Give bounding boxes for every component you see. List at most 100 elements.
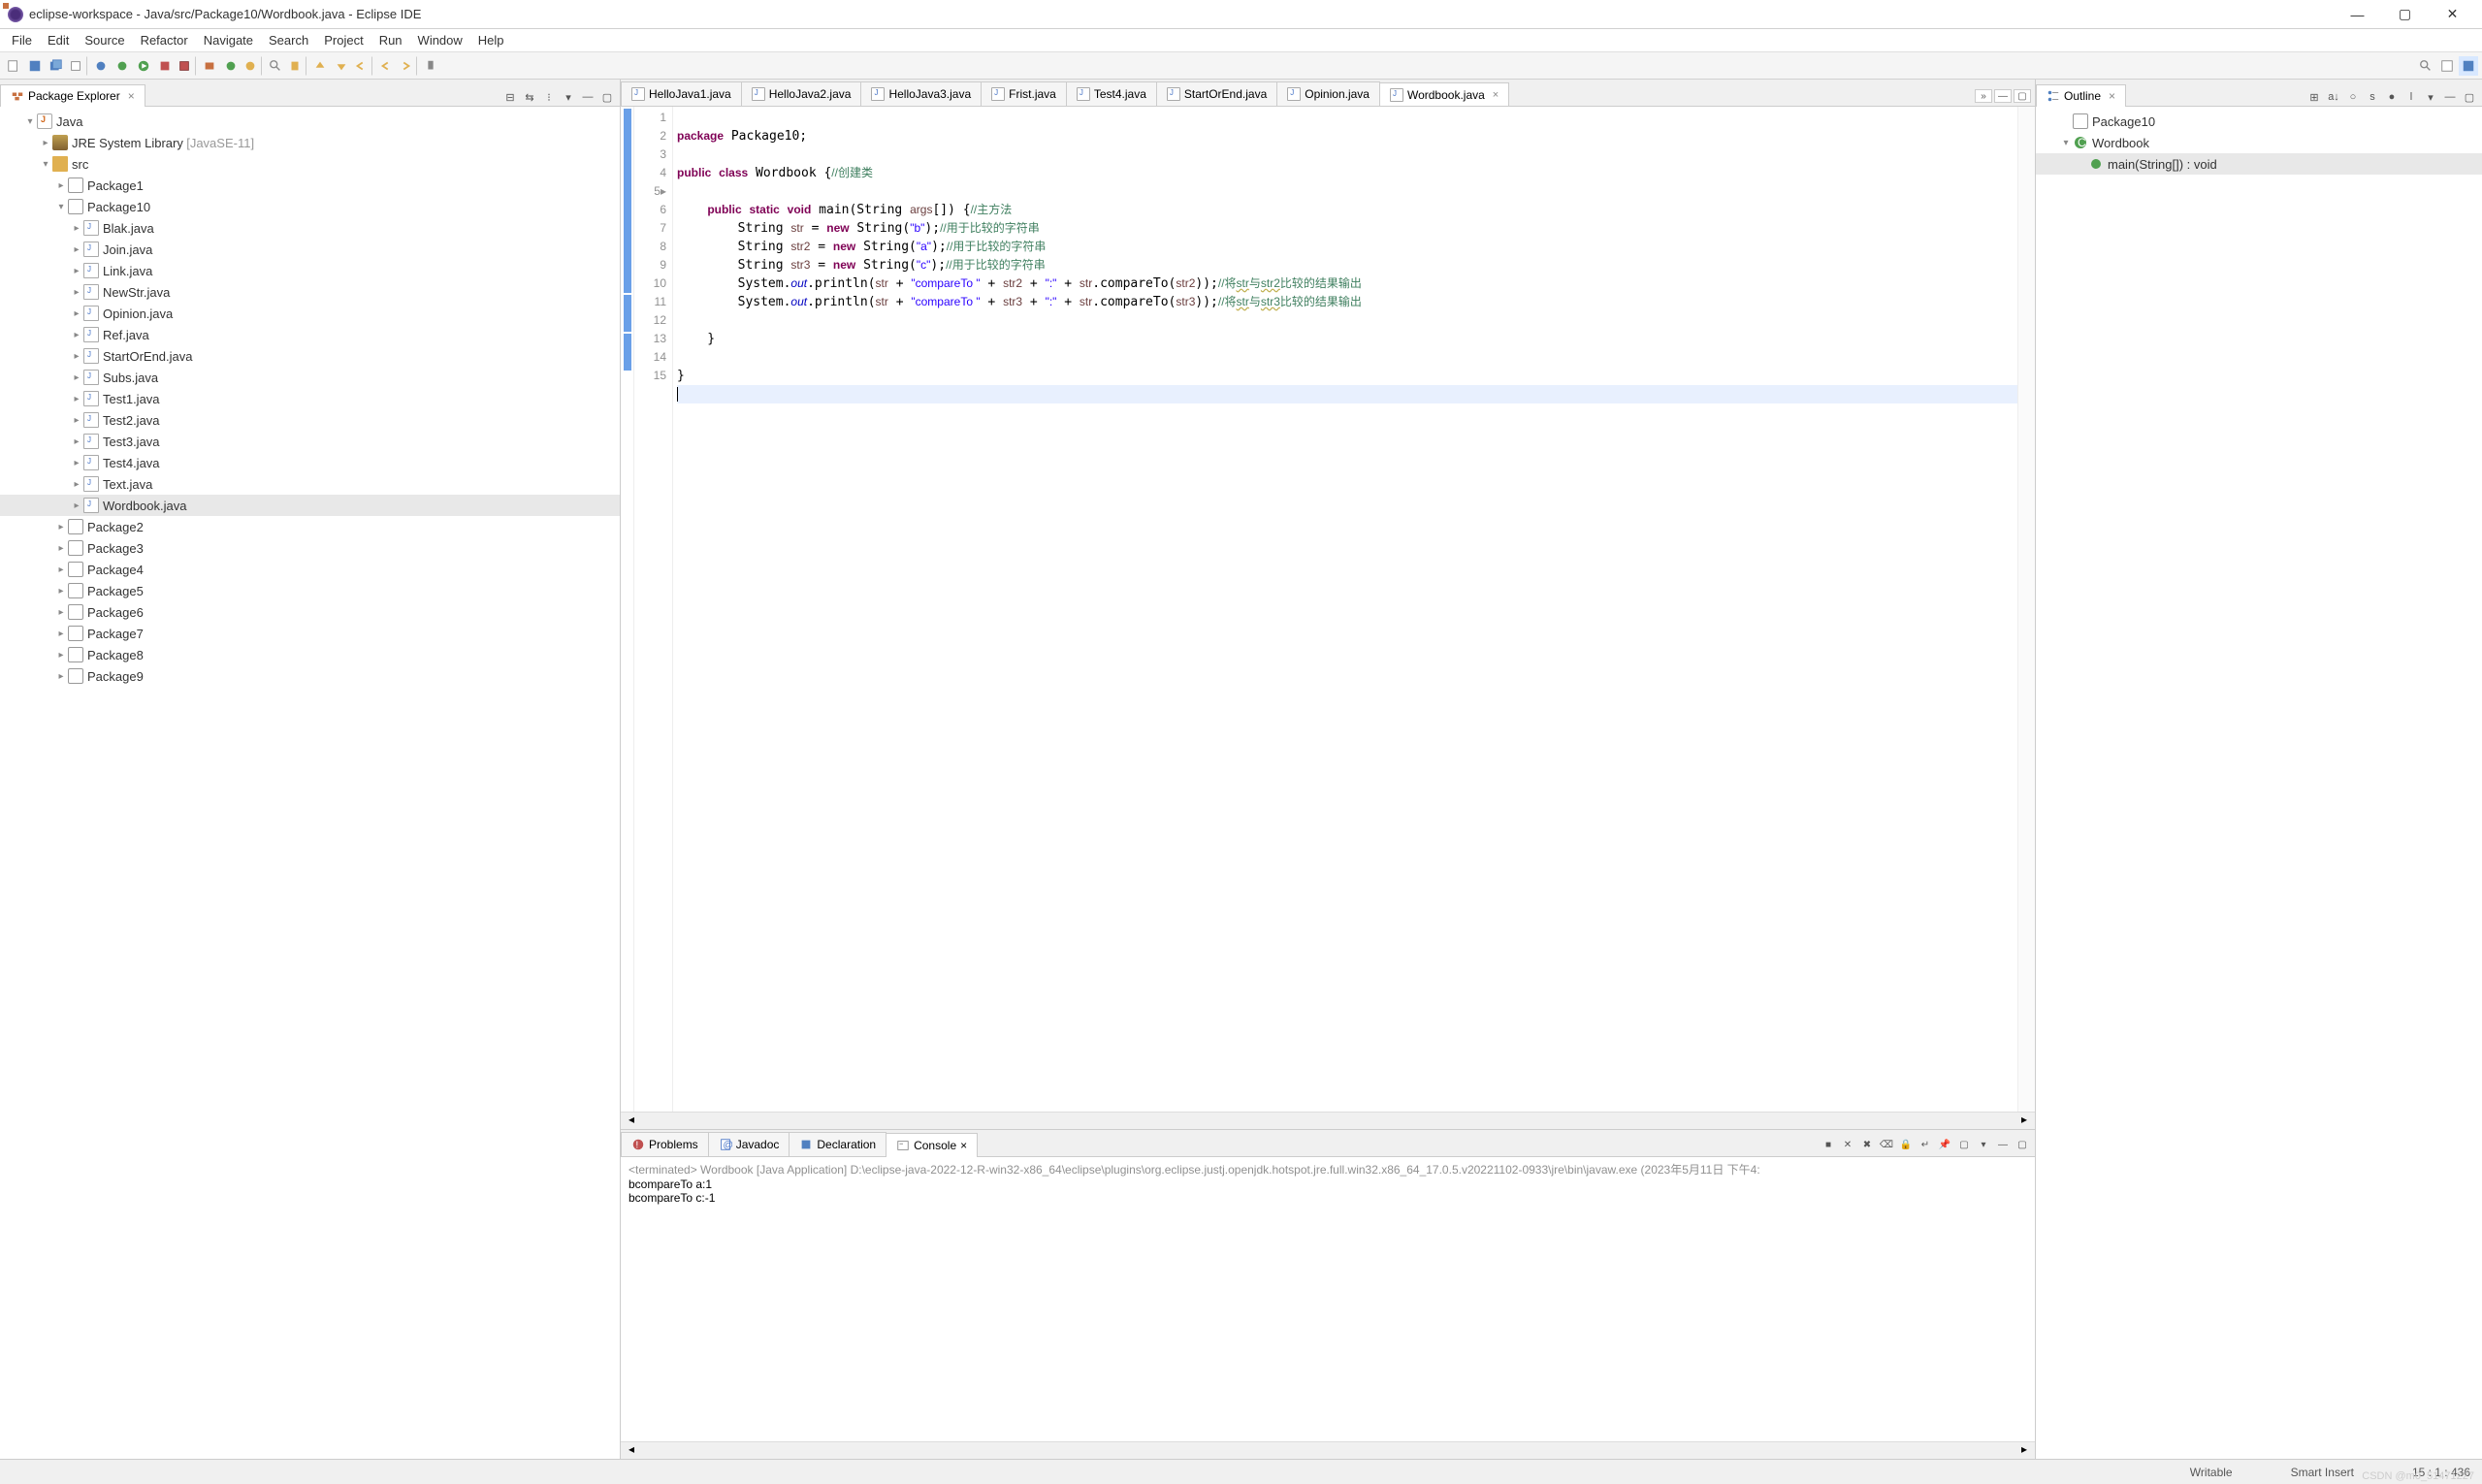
menu-edit[interactable]: Edit bbox=[40, 31, 77, 49]
package-node[interactable]: ▸Package3 bbox=[0, 537, 620, 559]
view-menu-button[interactable]: ▾ bbox=[560, 88, 577, 106]
focus-button[interactable]: ⁝ bbox=[540, 88, 558, 106]
next-annotation-button[interactable] bbox=[332, 56, 351, 76]
close-icon[interactable]: × bbox=[2109, 89, 2115, 103]
package-node[interactable]: ▸Package5 bbox=[0, 580, 620, 601]
minimize-button[interactable]: — bbox=[2336, 0, 2379, 29]
maximize-console-button[interactable]: ▢ bbox=[2014, 1136, 2031, 1153]
collapse-all-button[interactable]: ⊟ bbox=[501, 88, 519, 106]
console-output[interactable]: <terminated> Wordbook [Java Application]… bbox=[621, 1157, 2035, 1441]
new-package-button[interactable] bbox=[200, 56, 219, 76]
coverage-button[interactable] bbox=[155, 56, 175, 76]
new-class-button[interactable] bbox=[221, 56, 241, 76]
view-menu-button[interactable]: ▾ bbox=[2422, 88, 2439, 106]
open-console-button[interactable]: ▾ bbox=[1975, 1136, 1992, 1153]
console-hscroll[interactable]: ◂ ▸ bbox=[621, 1441, 2035, 1459]
editor-tab[interactable]: Test4.java bbox=[1066, 81, 1157, 106]
menu-run[interactable]: Run bbox=[371, 31, 410, 49]
clear-console-button[interactable]: ⌫ bbox=[1878, 1136, 1895, 1153]
open-perspective-button[interactable] bbox=[2437, 56, 2457, 76]
package-node[interactable]: ▸ Package1 bbox=[0, 175, 620, 196]
java-file-node[interactable]: ▸Ref.java bbox=[0, 324, 620, 345]
package-node-open[interactable]: ▾ Package10 bbox=[0, 196, 620, 217]
hide-nonpublic-button[interactable]: ● bbox=[2383, 88, 2401, 106]
remove-all-button[interactable]: ✖ bbox=[1858, 1136, 1876, 1153]
java-perspective-button[interactable] bbox=[2459, 56, 2478, 76]
java-file-node[interactable]: ▸Join.java bbox=[0, 239, 620, 260]
package-node[interactable]: ▸Package9 bbox=[0, 665, 620, 687]
close-icon[interactable]: × bbox=[128, 89, 135, 103]
last-edit-button[interactable] bbox=[353, 56, 372, 76]
show-list-button[interactable]: » bbox=[1975, 89, 1992, 103]
editor-tab[interactable]: Opinion.java bbox=[1276, 81, 1380, 106]
package-explorer-tab[interactable]: Package Explorer × bbox=[0, 84, 145, 107]
outline-tree[interactable]: Package10 ▾ C Wordbook main(String[]) : … bbox=[2036, 107, 2482, 1459]
search-button[interactable] bbox=[266, 56, 285, 76]
java-file-node[interactable]: ▸Wordbook.java bbox=[0, 495, 620, 516]
javadoc-tab[interactable]: @ Javadoc bbox=[708, 1132, 790, 1156]
open-type-button-2[interactable] bbox=[242, 56, 262, 76]
run-button[interactable] bbox=[134, 56, 153, 76]
menu-source[interactable]: Source bbox=[77, 31, 132, 49]
minimize-editor-button[interactable]: — bbox=[1994, 89, 2012, 103]
maximize-button[interactable]: ▢ bbox=[2383, 0, 2427, 29]
save-all-button[interactable] bbox=[47, 56, 66, 76]
declaration-tab[interactable]: Declaration bbox=[789, 1132, 886, 1156]
new-button[interactable] bbox=[4, 56, 23, 76]
package-node[interactable]: ▸Package8 bbox=[0, 644, 620, 665]
menu-window[interactable]: Window bbox=[410, 31, 470, 49]
package-node[interactable]: ▸Package6 bbox=[0, 601, 620, 623]
terminate-button[interactable]: ■ bbox=[1820, 1136, 1837, 1153]
console-tab[interactable]: Console × bbox=[886, 1133, 978, 1157]
pin-button[interactable] bbox=[421, 56, 440, 76]
java-file-node[interactable]: ▸Test4.java bbox=[0, 452, 620, 473]
hide-fields-button[interactable]: ○ bbox=[2344, 88, 2362, 106]
prev-annotation-button[interactable] bbox=[310, 56, 330, 76]
focus-active-button[interactable]: ⊞ bbox=[2305, 88, 2323, 106]
quick-access-button[interactable] bbox=[2416, 56, 2435, 76]
outline-tab[interactable]: Outline × bbox=[2036, 84, 2126, 107]
editor-tab[interactable]: Frist.java bbox=[981, 81, 1067, 106]
display-console-button[interactable]: ▢ bbox=[1955, 1136, 1973, 1153]
outline-package-node[interactable]: Package10 bbox=[2036, 111, 2482, 132]
project-node[interactable]: ▾ Java bbox=[0, 111, 620, 132]
save-button[interactable] bbox=[25, 56, 45, 76]
maximize-view-button[interactable]: ▢ bbox=[598, 88, 616, 106]
editor-tab[interactable]: Wordbook.java× bbox=[1379, 82, 1509, 107]
code-area[interactable]: package Package10; public class Wordbook… bbox=[673, 107, 2017, 1112]
editor-hscroll[interactable]: ◂ ▸ bbox=[621, 1112, 2035, 1129]
menu-file[interactable]: File bbox=[4, 31, 40, 49]
problems-tab[interactable]: ! Problems bbox=[621, 1132, 709, 1156]
editor-tab[interactable]: StartOrEnd.java bbox=[1156, 81, 1277, 106]
java-file-node[interactable]: ▸NewStr.java bbox=[0, 281, 620, 303]
skip-breakpoints-button[interactable] bbox=[91, 56, 111, 76]
menu-help[interactable]: Help bbox=[470, 31, 512, 49]
scroll-lock-button[interactable]: 🔒 bbox=[1897, 1136, 1915, 1153]
external-tools-button[interactable] bbox=[177, 56, 196, 76]
java-file-node[interactable]: ▸Opinion.java bbox=[0, 303, 620, 324]
minimize-console-button[interactable]: — bbox=[1994, 1136, 2012, 1153]
word-wrap-button[interactable]: ↵ bbox=[1917, 1136, 1934, 1153]
outline-method-node[interactable]: main(String[]) : void bbox=[2036, 153, 2482, 175]
package-node[interactable]: ▸Package2 bbox=[0, 516, 620, 537]
src-folder-node[interactable]: ▾ src bbox=[0, 153, 620, 175]
close-button[interactable]: ✕ bbox=[2431, 0, 2474, 29]
close-icon[interactable]: × bbox=[1493, 89, 1499, 101]
java-file-node[interactable]: ▸Text.java bbox=[0, 473, 620, 495]
menu-project[interactable]: Project bbox=[316, 31, 371, 49]
outline-class-node[interactable]: ▾ C Wordbook bbox=[2036, 132, 2482, 153]
package-node[interactable]: ▸Package4 bbox=[0, 559, 620, 580]
editor-tab[interactable]: HelloJava3.java bbox=[860, 81, 982, 106]
maximize-view-button[interactable]: ▢ bbox=[2461, 88, 2478, 106]
java-file-node[interactable]: ▸Subs.java bbox=[0, 367, 620, 388]
toggle-mark-button[interactable] bbox=[287, 56, 306, 76]
editor-body[interactable]: 12345▸6789101112131415 package Package10… bbox=[621, 107, 2035, 1112]
close-icon[interactable]: × bbox=[960, 1139, 967, 1152]
forward-button[interactable] bbox=[398, 56, 417, 76]
maximize-editor-button[interactable]: ▢ bbox=[2014, 89, 2031, 103]
editor-tab[interactable]: HelloJava1.java bbox=[621, 81, 742, 106]
package-node[interactable]: ▸Package7 bbox=[0, 623, 620, 644]
debug-button[interactable] bbox=[113, 56, 132, 76]
package-tree[interactable]: ▾ Java ▸ JRE System Library [JavaSE-11] … bbox=[0, 107, 620, 1459]
pin-console-button[interactable]: 📌 bbox=[1936, 1136, 1953, 1153]
